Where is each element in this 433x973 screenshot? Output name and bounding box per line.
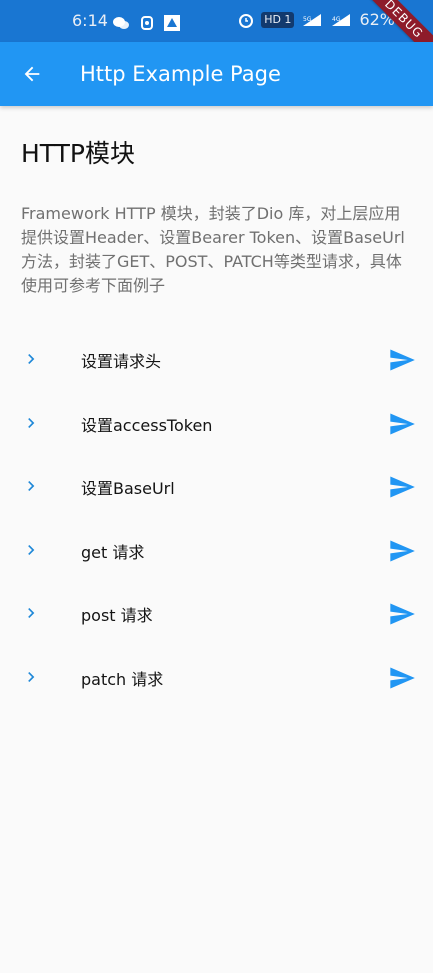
arrow-back-icon <box>24 66 40 82</box>
app-bar: Http Example Page <box>0 42 433 106</box>
alarm-shield-icon <box>141 16 153 30</box>
app-icon <box>164 15 180 31</box>
chevron-right-icon <box>28 544 35 555</box>
list-item-label: get 请求 <box>81 542 145 562</box>
status-right-icons: HD 1 5G 4G 62% <box>238 10 395 29</box>
signal-5g-icon: 5G <box>303 13 322 26</box>
app-title: Http Example Page <box>80 62 281 86</box>
alarm-icon <box>239 13 254 28</box>
send-icon[interactable] <box>388 664 416 692</box>
send-icon[interactable] <box>388 473 416 501</box>
network-4g-text: 4G <box>332 16 341 23</box>
chevron-right-icon <box>28 354 35 364</box>
list-item-label: post 请求 <box>81 606 153 625</box>
send-icon[interactable] <box>388 346 416 374</box>
list-item-set-request-header[interactable]: 设置请求头 <box>0 327 433 391</box>
list-item-get-request[interactable]: get 请求 <box>0 518 433 582</box>
section-description: Framework HTTP 模块，封装了Dio 库，对上层应用提供设置Head… <box>21 204 405 295</box>
signal-4g-icon: 4G <box>332 13 351 26</box>
send-icon[interactable] <box>388 537 416 565</box>
wechat-icon <box>113 17 129 29</box>
status-bar: 6:14 HD 1 5G 4G 62% DEBUG <box>0 0 433 65</box>
chevron-right-icon <box>28 417 35 428</box>
network-5g-text: 5G <box>303 16 312 23</box>
list-item-label: 设置BaseUrl <box>81 479 175 498</box>
list-item-post-request[interactable]: post 请求 <box>0 581 433 645</box>
send-icon[interactable] <box>388 410 416 438</box>
list-item-label: 设置accessToken <box>81 415 213 435</box>
list-item-patch-request[interactable]: patch 请求 <box>0 645 433 709</box>
chevron-right-icon <box>28 671 35 682</box>
list-item-label: 设置请求头 <box>81 352 162 371</box>
notification-icons <box>112 15 180 31</box>
list-item-set-base-url[interactable]: 设置BaseUrl <box>0 454 433 518</box>
chevron-right-icon <box>28 608 35 618</box>
back-button[interactable] <box>12 54 52 94</box>
section-title: HTTP模块 <box>21 139 135 168</box>
chevron-right-icon <box>28 481 35 491</box>
hd-badge: HD 1 <box>261 11 295 28</box>
send-icon[interactable] <box>388 600 416 628</box>
request-list: 设置请求头 设置accessToken 设置BaseUrl get 请求 pos… <box>0 327 433 708</box>
list-item-set-access-token[interactable]: 设置accessToken <box>0 391 433 455</box>
status-time: 6:14 <box>72 11 108 30</box>
list-item-label: patch 请求 <box>81 669 164 689</box>
